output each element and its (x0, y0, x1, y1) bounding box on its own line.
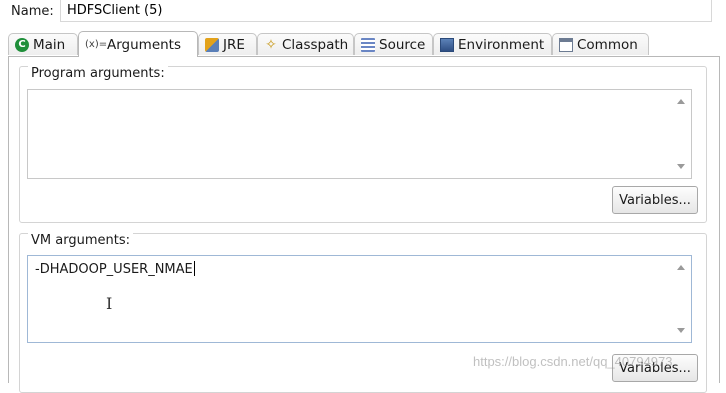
classpath-icon: ✧ (265, 36, 277, 53)
scroll-down-arrow-icon[interactable] (677, 328, 685, 333)
vm-arguments-textarea[interactable]: -DHADOOP_USER_NMAE (27, 255, 692, 343)
tab-arguments-label: Arguments (107, 36, 182, 53)
source-icon (361, 37, 375, 52)
ibeam-cursor-icon: I (106, 294, 113, 313)
scroll-up-arrow-icon[interactable] (677, 99, 685, 104)
main-class-icon: C (15, 37, 29, 52)
common-icon (559, 37, 573, 52)
program-arguments-group: Program arguments: Variables... (19, 66, 707, 223)
tab-source-label: Source (379, 36, 426, 53)
jre-icon (205, 37, 219, 52)
arguments-panel: Program arguments: Variables... VM argum… (8, 56, 720, 393)
tab-main[interactable]: C Main (8, 33, 78, 55)
scroll-down-arrow-icon[interactable] (677, 164, 685, 169)
vm-arguments-title: VM arguments: (28, 233, 133, 248)
vm-arguments-group: VM arguments: -DHADOOP_USER_NMAE Variabl… (19, 233, 707, 393)
tab-jre-label: JRE (223, 36, 245, 53)
tab-environment-label: Environment (458, 36, 545, 53)
name-label: Name: (11, 4, 54, 19)
name-input[interactable] (60, 0, 712, 22)
text-caret (193, 261, 195, 276)
scroll-up-arrow-icon[interactable] (677, 265, 685, 270)
environment-icon (440, 37, 454, 52)
tab-common-label: Common (577, 36, 638, 53)
tab-classpath[interactable]: ✧ Classpath (257, 33, 354, 55)
tab-common[interactable]: Common (552, 33, 649, 55)
program-arguments-title: Program arguments: (28, 66, 168, 81)
tab-jre[interactable]: JRE (198, 33, 257, 55)
tab-source[interactable]: Source (354, 33, 433, 55)
program-variables-button[interactable]: Variables... (612, 186, 698, 214)
tab-classpath-label: Classpath (282, 36, 349, 53)
tab-environment[interactable]: Environment (433, 33, 552, 55)
arguments-icon: (x)= (85, 39, 108, 50)
tab-bar: C Main (x)= Arguments JRE ✧ Classpath So… (8, 31, 718, 57)
program-arguments-textarea[interactable] (27, 89, 692, 179)
vm-arguments-value: -DHADOOP_USER_NMAE (35, 262, 193, 277)
tab-main-label: Main (33, 36, 66, 53)
watermark: https://blog.csdn.net/qq_40794973 (473, 354, 673, 369)
tab-arguments[interactable]: (x)= Arguments (78, 31, 198, 57)
config-name-row: Name: (0, 0, 726, 26)
